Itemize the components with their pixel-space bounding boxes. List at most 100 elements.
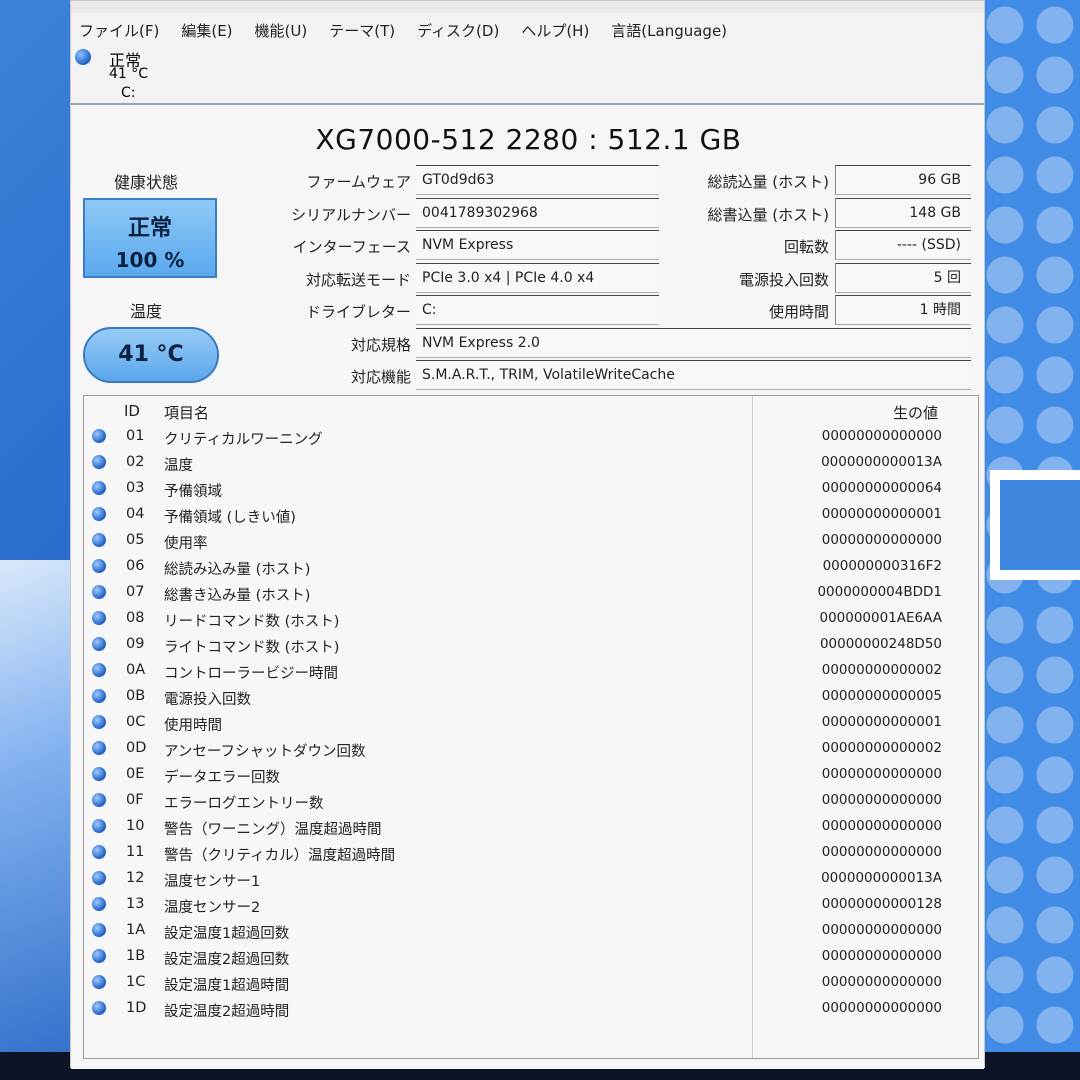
health-status-button[interactable]: 正常 100 % [83,198,217,278]
interface-label: インターフェース [292,238,411,256]
table-row[interactable]: 10 警告（ワーニング）温度超過時間 00000000000000 [84,814,978,840]
menu-theme[interactable]: テーマ(T) [329,20,395,41]
menu-language[interactable]: 言語(Language) [611,20,727,41]
table-row[interactable]: 03 予備領域 00000000000064 [84,476,978,502]
row-raw-value: 0000000004BDD1 [817,584,942,600]
features-label: 対応機能 [350,368,411,386]
row-raw-value: 00000000000002 [821,740,942,756]
row-name: リードコマンド数 (ホスト) [164,614,340,630]
row-raw-value: 00000000000000 [821,532,942,548]
row-id: 1A [126,922,146,938]
rotation-value: ---- (SSD) [835,230,971,260]
table-row[interactable]: 11 警告（クリティカル）温度超過時間 00000000000000 [84,840,978,866]
table-row[interactable]: 05 使用率 00000000000000 [84,528,978,554]
interface-value: NVM Express [416,230,659,260]
row-raw-value: 00000000000000 [821,818,942,834]
status-dot-icon [92,481,106,495]
row-name: アンセーフシャットダウン回数 [164,744,366,760]
smart-table[interactable]: ID 項目名 生の値 01 クリティカルワーニング 00000000000000 02… [83,395,979,1059]
row-raw-value: 00000000000000 [821,844,942,860]
row-raw-value: 00000000248D50 [819,636,942,652]
row-id: 02 [126,454,145,470]
menu-help[interactable]: ヘルプ(H) [521,20,589,41]
menu-disk[interactable]: ディスク(D) [417,20,499,41]
table-row[interactable]: 0A コントローラービジー時間 00000000000002 [84,658,978,684]
transfer-mode-label: 対応転送モード [305,271,411,289]
row-name: 温度 [164,458,193,474]
row-name: 設定温度1超過時間 [164,978,290,994]
row-raw-value: 00000000000002 [821,662,942,678]
table-row[interactable]: 1D 設定温度2超過時間 00000000000000 [84,996,978,1022]
row-id: 08 [126,610,145,626]
host-reads-label: 総読込量 (ホスト) [707,173,829,191]
status-dot-icon [92,429,106,443]
row-id: 1D [126,1000,147,1016]
row-id: 12 [126,870,145,886]
table-row[interactable]: 0C 使用時間 00000000000001 [84,710,978,736]
menu-edit[interactable]: 編集(E) [181,20,232,41]
status-dot-icon [75,49,91,65]
row-id: 0E [126,766,145,782]
desktop-swoosh [0,560,70,1080]
status-dot-icon [92,1001,106,1015]
header-name[interactable]: 項目名 [164,402,209,423]
table-row[interactable]: 1B 設定温度2超過回数 00000000000000 [84,944,978,970]
table-row[interactable]: 04 予備領域 (しきい値) 00000000000001 [84,502,978,528]
row-id: 01 [126,428,145,444]
table-row[interactable]: 0F エラーログエントリー数 00000000000000 [84,788,978,814]
table-row[interactable]: 09 ライトコマンド数 (ホスト) 00000000248D50 [84,632,978,658]
drive-tab-temperature: 41 °C [109,66,149,82]
rotation-label: 回転数 [783,238,829,256]
row-name: 総書き込み量 (ホスト) [164,588,311,604]
status-dot-icon [92,455,106,469]
power-on-hours-value: 1 時間 [835,295,971,325]
table-row[interactable]: 12 温度センサー1 0000000000013A [84,866,978,892]
row-raw-value: 00000000000064 [821,480,942,496]
header-raw-value[interactable]: 生の値 [893,402,938,423]
table-row[interactable]: 01 クリティカルワーニング 00000000000000 [84,424,978,450]
title-bar [71,1,984,13]
status-dot-icon [92,871,106,885]
row-name: データエラー回数 [164,770,280,786]
table-row[interactable]: 1A 設定温度1超過回数 00000000000000 [84,918,978,944]
row-name: コントローラービジー時間 [164,666,338,682]
row-raw-value: 00000000000000 [821,948,942,964]
power-on-count-label: 電源投入回数 [738,271,829,289]
status-dot-icon [92,559,106,573]
status-dot-icon [92,897,106,911]
row-id: 0C [126,714,146,730]
drive-tab[interactable]: 正常 41 °C C: [71,47,984,105]
row-name: 設定温度2超過時間 [164,1004,290,1020]
drive-letter-value: C: [416,295,659,325]
header-id[interactable]: ID [124,402,140,420]
health-percent: 100 % [115,248,185,272]
row-name: 予備領域 (しきい値) [164,510,296,526]
row-raw-value: 00000000000000 [821,792,942,808]
menu-file[interactable]: ファイル(F) [79,20,159,41]
row-id: 09 [126,636,145,652]
table-row[interactable]: 02 温度 0000000000013A [84,450,978,476]
table-row[interactable]: 08 リードコマンド数 (ホスト) 000000001AE6AA [84,606,978,632]
table-row[interactable]: 0B 電源投入回数 00000000000005 [84,684,978,710]
row-raw-value: 0000000000013A [821,870,942,886]
row-name: ライトコマンド数 (ホスト) [164,640,340,656]
status-dot-icon [92,975,106,989]
table-row[interactable]: 0D アンセーフシャットダウン回数 00000000000002 [84,736,978,762]
row-name: 温度センサー1 [164,874,261,890]
row-raw-value: 00000000000000 [821,974,942,990]
power-on-hours-label: 使用時間 [768,303,829,321]
temperature-button[interactable]: 41 °C [83,327,219,383]
host-writes-label: 総書込量 (ホスト) [707,206,829,224]
table-row[interactable]: 0E データエラー回数 00000000000000 [84,762,978,788]
table-row[interactable]: 06 総読み込み量 (ホスト) 000000000316F2 [84,554,978,580]
standard-label: 対応規格 [350,336,411,354]
disk-title: XG7000-512 2280 : 512.1 GB [315,123,742,156]
table-row[interactable]: 13 温度センサー2 00000000000128 [84,892,978,918]
table-row[interactable]: 07 総書き込み量 (ホスト) 0000000004BDD1 [84,580,978,606]
transfer-mode-value: PCIe 3.0 x4 | PCIe 4.0 x4 [416,263,659,293]
row-id: 0D [126,740,147,756]
row-id: 03 [126,480,145,496]
table-row[interactable]: 1C 設定温度1超過時間 00000000000000 [84,970,978,996]
row-id: 10 [126,818,145,834]
menu-function[interactable]: 機能(U) [255,20,308,41]
